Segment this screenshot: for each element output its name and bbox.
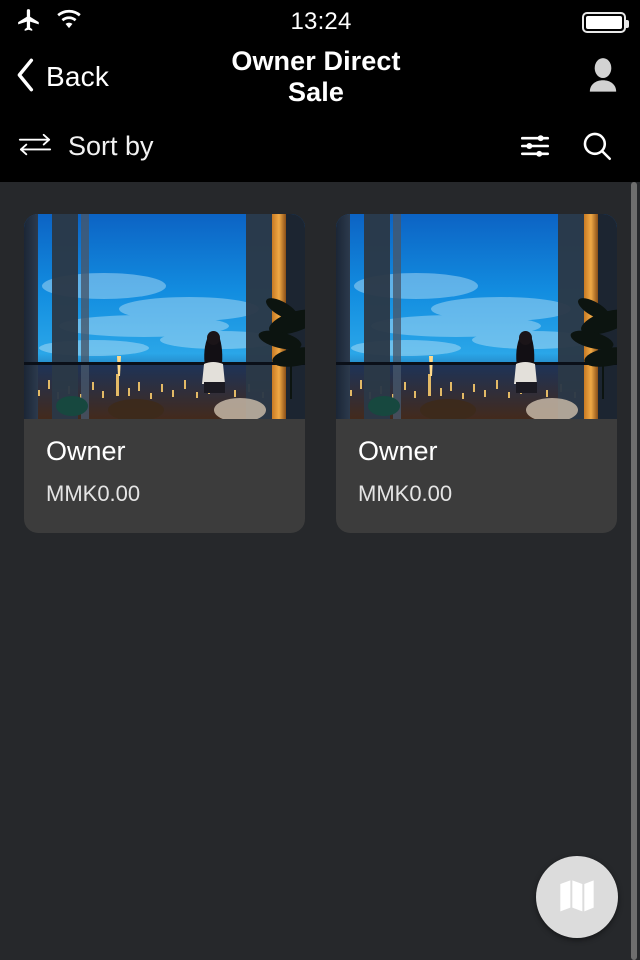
profile-button[interactable] xyxy=(430,57,640,98)
listing-card-price: MMK0.00 xyxy=(358,480,453,506)
status-bar: 13:24 xyxy=(0,0,640,44)
vertical-scrollbar[interactable] xyxy=(631,182,637,960)
navigation-bar: Back Owner Direct Sale xyxy=(0,44,640,110)
status-bar-right xyxy=(446,11,640,33)
listing-card-image xyxy=(24,214,305,419)
listing-card-title: Owner xyxy=(46,436,126,466)
sort-by-label: Sort by xyxy=(68,130,154,161)
map-icon xyxy=(557,875,597,920)
listing-card-image xyxy=(336,214,617,419)
wifi-icon xyxy=(56,9,82,36)
battery-level-fill xyxy=(586,15,622,29)
map-view-button[interactable] xyxy=(536,856,618,938)
status-bar-left xyxy=(0,7,196,38)
listing-card[interactable]: Owner MMK0.00 xyxy=(336,214,617,533)
sort-by-button[interactable]: Sort by xyxy=(0,131,154,162)
listing-grid: Owner MMK0.00 Owner MMK0.00 xyxy=(0,182,640,533)
app-screen: 13:24 Back Owner Direct Sale Sort by Own… xyxy=(0,0,640,960)
status-bar-clock: 13:24 xyxy=(290,8,352,35)
person-icon xyxy=(586,57,620,98)
filter-sliders-icon[interactable] xyxy=(518,129,552,163)
airplane-icon xyxy=(16,7,42,38)
listing-card-price: MMK0.00 xyxy=(46,480,141,506)
back-button-label: Back xyxy=(46,61,110,92)
listing-card-title: Owner xyxy=(358,436,438,466)
page-title: Owner Direct Sale xyxy=(231,46,401,107)
chevron-left-icon xyxy=(12,55,40,100)
filter-toolbar: Sort by xyxy=(0,110,640,182)
listing-card-body: Owner MMK0.00 xyxy=(336,419,617,533)
listing-scroll-area[interactable]: Owner MMK0.00 Owner MMK0.00 xyxy=(0,182,640,960)
battery-icon xyxy=(582,11,629,33)
battery-nub xyxy=(626,19,629,28)
toolbar-actions xyxy=(518,129,640,163)
listing-card-body: Owner MMK0.00 xyxy=(24,419,305,533)
listing-card[interactable]: Owner MMK0.00 xyxy=(24,214,305,533)
back-button[interactable]: Back xyxy=(0,55,202,100)
search-icon[interactable] xyxy=(580,129,614,163)
sort-arrows-icon xyxy=(16,131,54,162)
